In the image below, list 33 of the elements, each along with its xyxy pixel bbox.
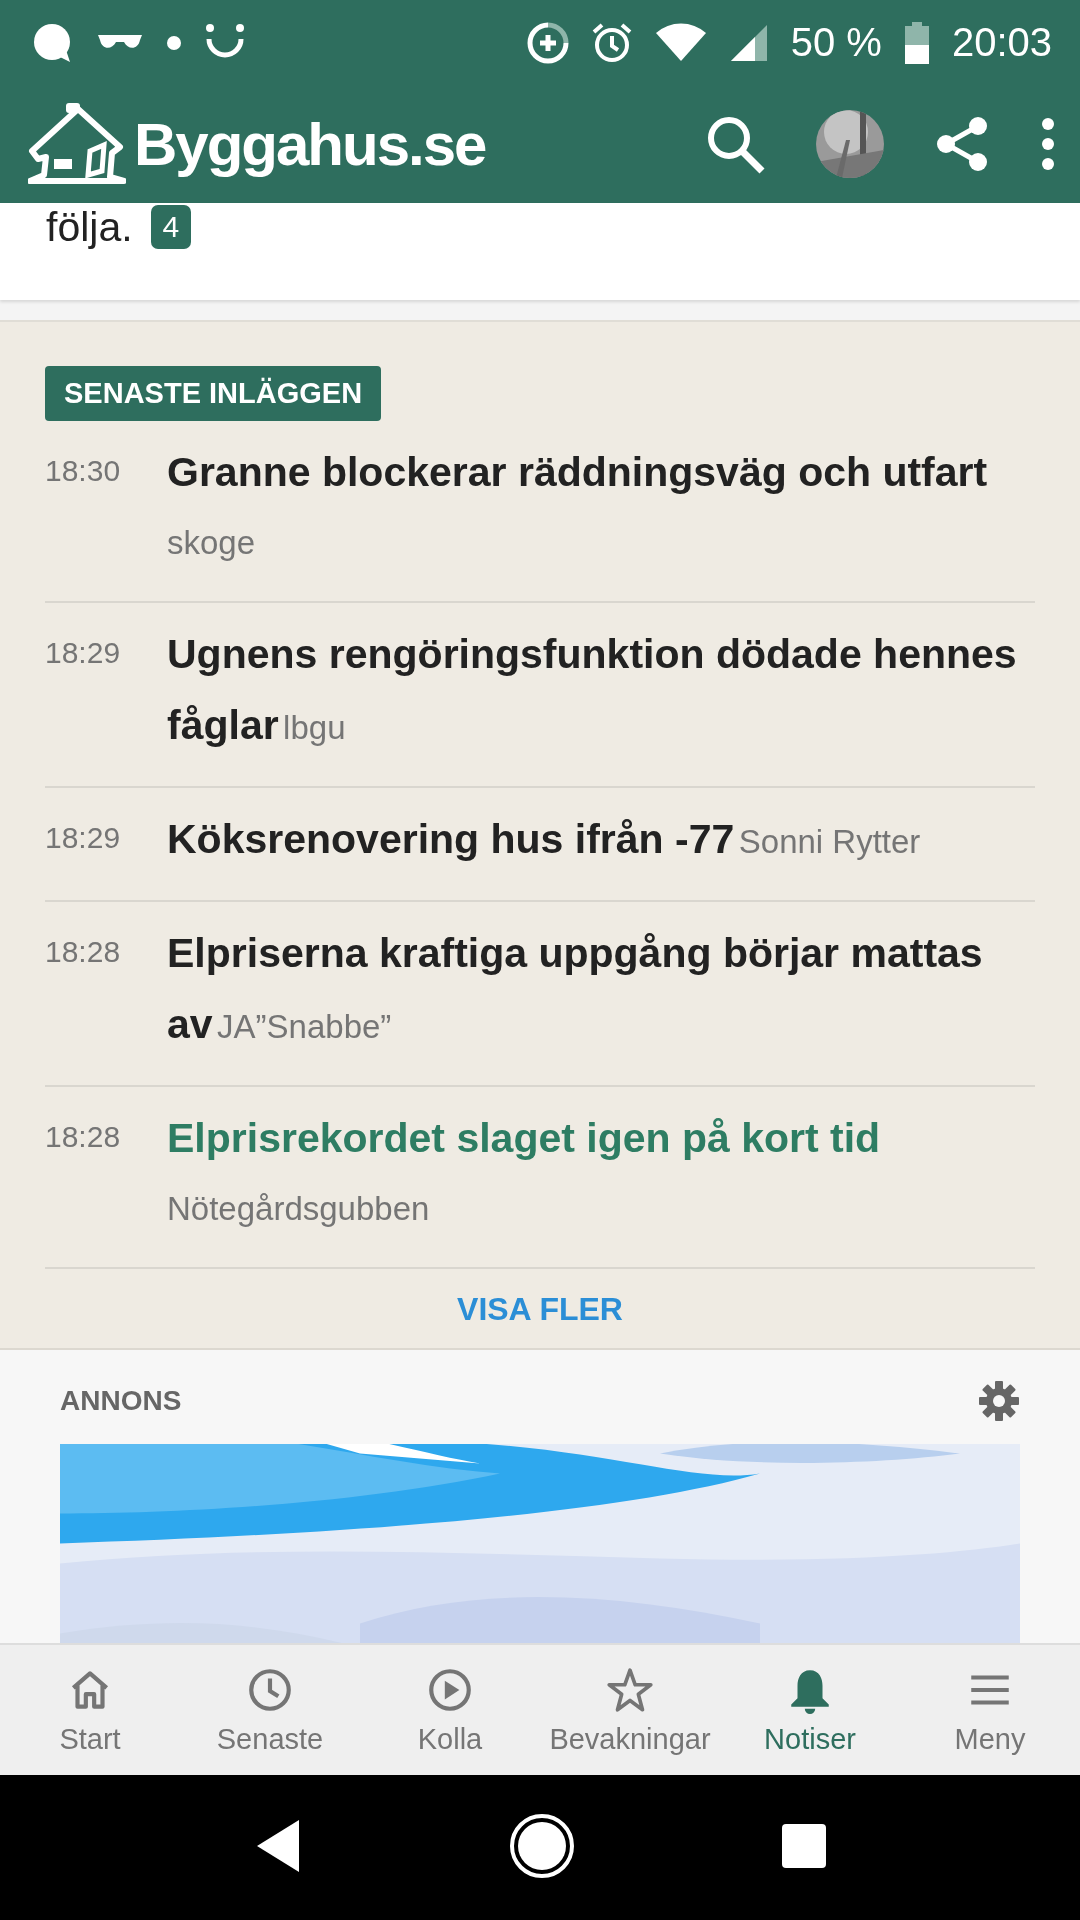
battery-percent: 50 %	[790, 20, 882, 65]
post-title[interactable]: Köksrenovering hus ifrån -77 Sonni Rytter	[167, 808, 921, 879]
nav-tab[interactable]: Senaste	[180, 1645, 360, 1775]
post-time: 18:28	[45, 934, 122, 970]
post-time: 18:28	[45, 1119, 122, 1155]
nav-tab[interactable]: Kolla	[360, 1645, 540, 1775]
show-more-button[interactable]: VISA FLER	[441, 1283, 639, 1336]
battery-icon	[903, 21, 930, 64]
post-text: följa.	[46, 203, 133, 251]
share-icon[interactable]	[934, 116, 990, 172]
house-icon	[28, 101, 126, 187]
alarm-icon	[590, 21, 633, 64]
post-time: 18:29	[45, 820, 122, 856]
settings-icon[interactable]	[978, 1380, 1020, 1422]
count-badge: 4	[150, 205, 192, 249]
post-time: 18:29	[45, 635, 122, 671]
section-heading: SENASTE INLÄGGEN	[45, 366, 382, 421]
site-logo[interactable]: Byggahus.se	[134, 109, 486, 179]
data-saver-icon	[526, 21, 569, 64]
nav-tab[interactable]: Meny	[900, 1645, 1080, 1775]
ad-label: ANNONS	[60, 1385, 182, 1417]
post-title[interactable]: Ugnens rengöringsfunktion dödade hennes fåglar lbgu	[167, 623, 1035, 765]
more-icon[interactable]	[1040, 116, 1056, 172]
nav-tab[interactable]: Start	[0, 1645, 180, 1775]
clock-time: 20:03	[951, 20, 1052, 65]
post-title[interactable]: Granne blockerar räddningsväg och utfart skoge	[167, 441, 1035, 580]
nav-tab[interactable]: Notiser	[720, 1645, 900, 1775]
wifi-icon	[654, 22, 707, 63]
post-title[interactable]: Elpriserna kraftiga uppgång börjar mattas avJA”Snabbe”	[167, 922, 1035, 1064]
nav-tab[interactable]: Bevakningar	[540, 1645, 720, 1775]
post-title[interactable]: Elprisrekordet slaget igen på kort tid Nötegårdsgubben	[167, 1107, 1035, 1246]
post-time: 18:30	[45, 453, 122, 489]
dot-icon	[166, 34, 182, 51]
